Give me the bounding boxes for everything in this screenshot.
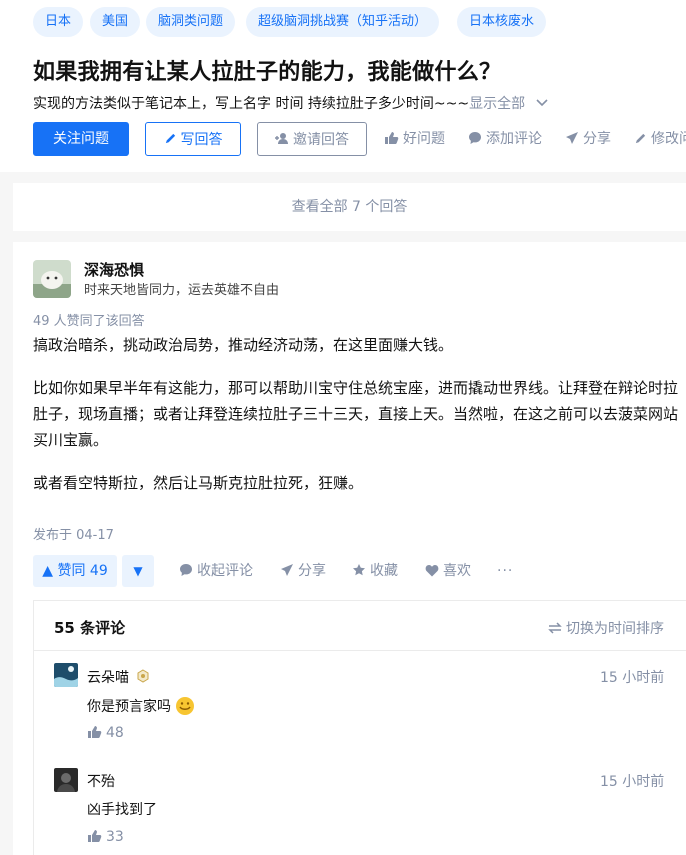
comment-like-button[interactable]: 48 [87,725,124,741]
answer-paragraph: 比如你如果早半年有这能力，那可以帮助川宝守住总统宝座，进而撬动世界线。让拜登在辩… [33,379,679,449]
sort-toggle-label: 切换为时间排序 [566,621,664,637]
divider [33,650,686,651]
thumb-up-icon [385,132,399,144]
view-all-answers-link[interactable]: 查看全部 7 个回答 [13,183,686,231]
invite-answer-button[interactable]: 邀请回答 [257,122,367,156]
heart-icon [425,565,439,577]
commenter-avatar[interactable] [54,663,78,687]
upvote-button[interactable]: ▲ 赞同 49 [33,555,117,587]
share-answer-label: 分享 [298,563,326,579]
show-all-link[interactable]: 显示全部 [469,96,525,112]
good-question-label: 好问题 [403,131,445,147]
comment-time: 15 小时前 [600,670,665,686]
downvote-button[interactable]: ▼ [122,555,154,587]
add-comment-button[interactable]: 添加评论 [468,122,542,156]
emoji-icon [176,697,195,715]
commenter-name[interactable]: 云朵喵 [87,667,129,687]
star-icon [353,564,365,576]
question-title: 如果我拥有让某人拉肚子的能力，我能做什么？ [33,60,502,85]
commenter-avatar[interactable] [54,768,78,792]
answer-paragraph: 或者看空特斯拉，然后让马斯克拉肚拉死，狂赚。 [33,474,364,492]
topic-tag[interactable]: 日本核废水 [457,7,547,37]
good-question-button[interactable]: 好问题 [384,122,445,156]
comment-text: 你是预言家吗 [87,696,195,716]
comment-count: 55 条评论 [54,619,126,637]
sort-toggle[interactable]: 切换为时间排序 [548,618,664,638]
more-actions-button[interactable]: ··· [497,555,513,587]
comment-like-button[interactable]: 33 [87,829,124,845]
question-description: 实现的方法类似于笔记本上，写上名字 时间 持续拉肚子多少时间~~~显示全部 [33,93,548,113]
question-description-text: 实现的方法类似于笔记本上，写上名字 时间 持续拉肚子多少时间~~~ [33,96,470,112]
chevron-down-icon[interactable] [535,99,548,107]
share-icon [566,132,578,144]
follow-question-button[interactable]: 关注问题 [33,122,129,156]
write-answer-label: 写回答 [180,132,223,148]
invite-answer-label: 邀请回答 [293,132,349,148]
write-answer-button[interactable]: 写回答 [145,122,241,156]
thumb-up-icon [88,830,102,842]
like-label: 喜欢 [443,563,471,579]
add-user-icon [275,133,288,144]
favorite-button[interactable]: 收藏 [352,555,398,587]
badge-icon [137,669,149,683]
comment-text: 凶手找到了 [87,802,157,818]
answer-paragraph: 搞政治暗杀，挑动政治局势，推动经济动荡，在这里面赚大钱。 [33,336,454,354]
comment-like-count: 33 [106,829,124,845]
share-button[interactable]: 分享 [565,122,611,156]
comment-icon [469,132,481,144]
topic-tag[interactable]: 日本 [33,7,84,37]
topic-tag[interactable]: 脑洞类问题 [146,7,236,37]
comment-time: 15 小时前 [600,774,665,790]
topic-tag[interactable]: 超级脑洞挑战赛（知乎活动） [246,7,440,37]
author-name[interactable]: 深海恐惧 [84,259,144,280]
pencil-icon [635,133,646,144]
author-bio: 时来天地皆同力，运去英雄不自由 [84,283,280,298]
commenter-name[interactable]: 不殆 [87,771,115,791]
vote-count-line: 49 人赞同了该回答 [33,314,145,329]
favorite-label: 收藏 [370,563,398,579]
edit-question-label: 修改问 [651,131,686,147]
share-label: 分享 [583,131,611,147]
collapse-comments-label: 收起评论 [197,563,253,579]
share-answer-button[interactable]: 分享 [280,555,326,587]
edit-question-button[interactable]: 修改问 [634,122,686,156]
comment-text-content: 你是预言家吗 [87,699,171,715]
collapse-comments-button[interactable]: 收起评论 [179,555,253,587]
thumb-up-icon [88,726,102,738]
comment-like-count: 48 [106,725,124,741]
topic-tag[interactable]: 美国 [90,7,141,37]
author-avatar[interactable] [33,260,71,298]
share-icon [281,564,293,576]
pencil-icon [165,133,175,144]
publish-date: 发布于 04-17 [33,528,114,543]
switch-icon [548,622,562,634]
add-comment-label: 添加评论 [486,131,542,147]
comment-icon [180,564,192,576]
like-button[interactable]: 喜欢 [425,555,471,587]
